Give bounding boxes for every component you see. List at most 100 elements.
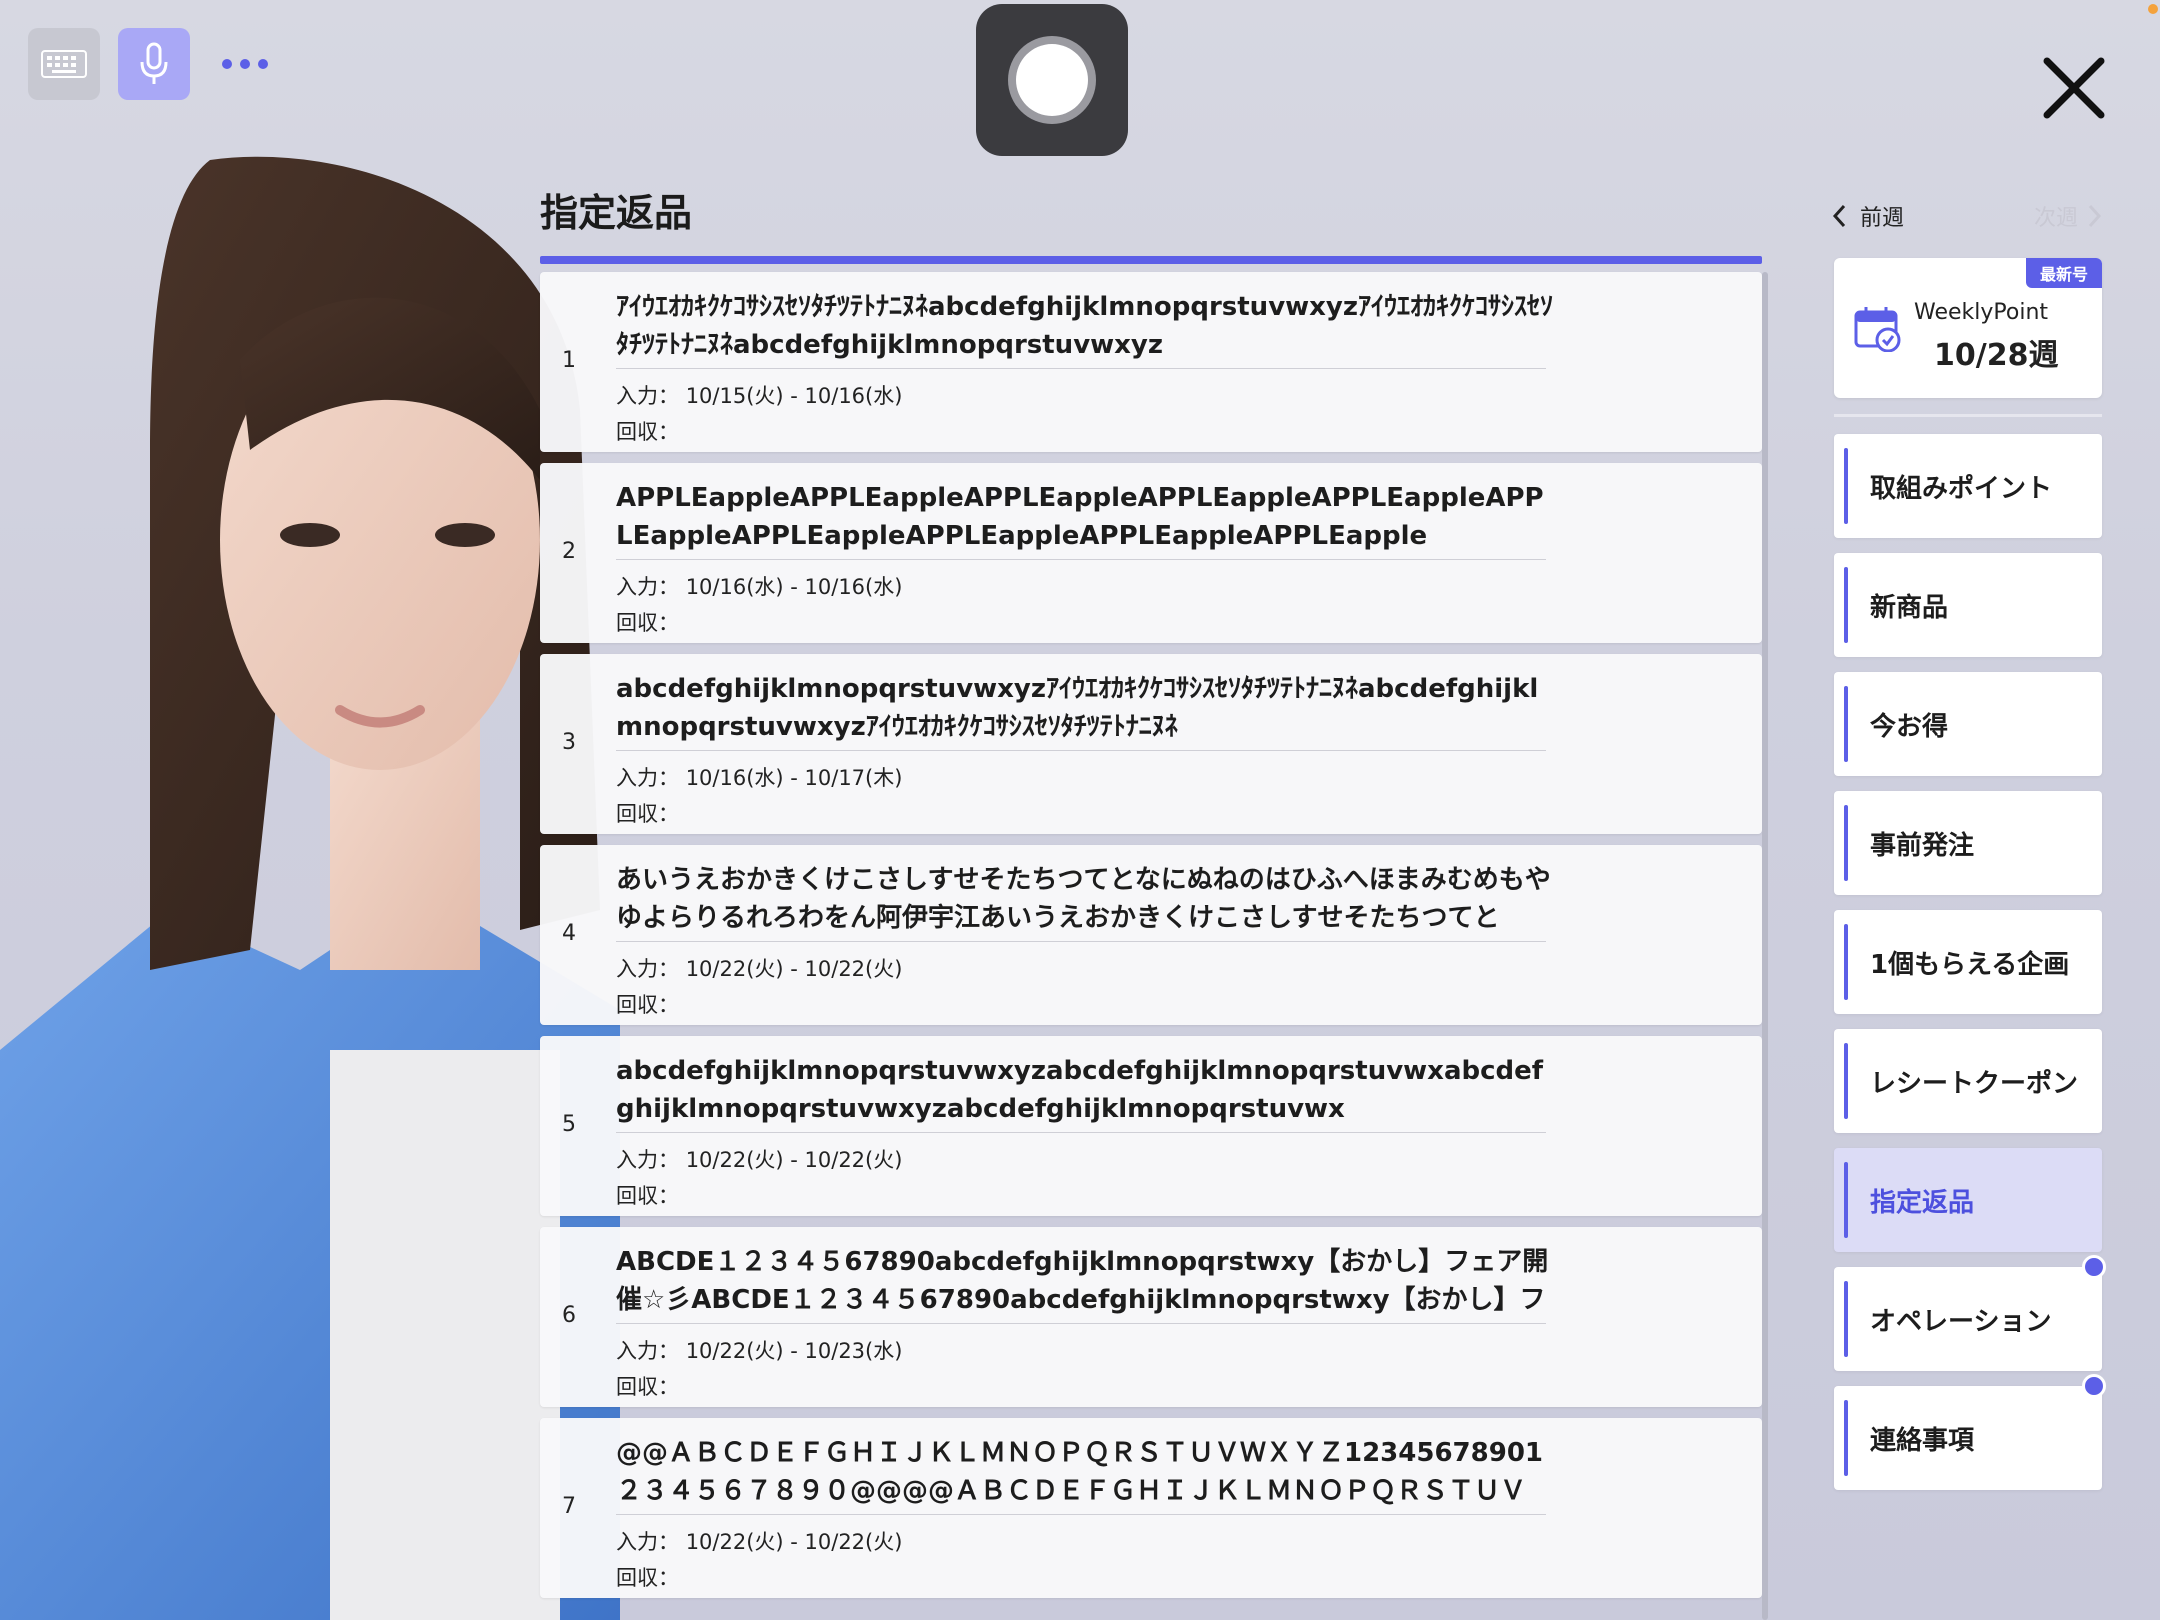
- sidebar-item-deals[interactable]: 今お得: [1834, 672, 2102, 776]
- collect-period: 回収：: [616, 416, 679, 446]
- next-week-label: 次週: [2033, 206, 2078, 231]
- status-indicator-dot: [2148, 4, 2158, 14]
- collect-label: 回収：: [616, 611, 679, 635]
- sidebar-item-designated-returns[interactable]: 指定返品: [1834, 1148, 2102, 1252]
- collect-label: 回収：: [616, 1375, 679, 1399]
- input-label: 入力：: [616, 766, 679, 790]
- sidebar-item-label: 取組みポイント: [1870, 474, 2053, 504]
- sidebar-item-label: 今お得: [1870, 712, 1949, 742]
- more-options-button[interactable]: [210, 28, 280, 100]
- weekly-point-card[interactable]: 最新号 WeeklyPoint 10/28週: [1834, 258, 2102, 398]
- sidebar-item-label: レシートクーポン: [1870, 1069, 2079, 1099]
- keyboard-button[interactable]: [28, 28, 100, 100]
- microphone-icon: [140, 42, 168, 84]
- sidebar-item-new-products[interactable]: 新商品: [1834, 553, 2102, 657]
- item-title: @@ＡＢＣＤＥＦＧＨＩＪＫＬＭＮＯＰＱＲＳＴＵＶＷＸＹＺ12345678901２…: [616, 1438, 1543, 1506]
- latest-badge: 最新号: [2025, 258, 2102, 288]
- input-period: 入力： 10/16(水) - 10/17(木): [616, 762, 902, 792]
- weekly-point-date: 10/28週: [1934, 338, 2059, 373]
- week-navigation: 前週 次週: [1832, 200, 2102, 240]
- collect-period: 回収：: [616, 1562, 679, 1592]
- next-week-button: 次週: [2034, 200, 2102, 232]
- microphone-button[interactable]: [118, 28, 190, 100]
- input-period: 入力： 10/22(火) - 10/23(水): [616, 1335, 902, 1365]
- item-number: 2: [562, 539, 576, 564]
- sidebar-item-label: 新商品: [1870, 593, 1949, 623]
- chevron-left-icon: [1832, 204, 1846, 228]
- divider: [616, 750, 1546, 751]
- sidebar-item-operation[interactable]: オペレーション: [1834, 1255, 2106, 1371]
- sidebar-item-label: 1個もらえる企画: [1870, 950, 2070, 980]
- input-dates: 10/22(火) - 10/22(火): [685, 1148, 903, 1172]
- input-dates: 10/16(水) - 10/17(木): [685, 766, 903, 790]
- item-title: APPLEappleAPPLEappleAPPLEappleAPPLEapple…: [616, 483, 1544, 551]
- sidebar-divider: [1834, 414, 2102, 417]
- return-item-card[interactable]: 7 @@ＡＢＣＤＥＦＧＨＩＪＫＬＭＮＯＰＱＲＳＴＵＶＷＸＹＺ1234567890…: [540, 1418, 1762, 1598]
- return-item-card[interactable]: 2 APPLEappleAPPLEappleAPPLEappleAPPLEapp…: [540, 463, 1762, 643]
- return-item-card[interactable]: 1 ｱｲｳｴｵｶｷｸｹｺｻｼｽｾｿﾀﾁﾂﾃﾄﾅﾆﾇﾈabcdefghijklmn…: [540, 272, 1762, 452]
- item-title: abcdefghijklmnopqrstuvwxyzabcdefghijklmn…: [616, 1056, 1544, 1124]
- item-number: 3: [562, 730, 576, 755]
- more-dots-icon: [222, 59, 268, 69]
- close-icon: [2043, 57, 2105, 119]
- sidebar-item-torikumi-points[interactable]: 取組みポイント: [1834, 434, 2102, 538]
- sidebar-item-label: 指定返品: [1870, 1188, 1975, 1218]
- collect-period: 回収：: [616, 798, 679, 828]
- item-number: 7: [562, 1494, 576, 1519]
- input-period: 入力： 10/22(火) - 10/22(火): [616, 1144, 902, 1174]
- sidebar-item-label: 事前発注: [1870, 831, 1975, 861]
- collect-label: 回収：: [616, 993, 679, 1017]
- divider: [616, 1323, 1546, 1324]
- item-number: 5: [562, 1112, 576, 1137]
- sidebar-item-free-item-campaign[interactable]: 1個もらえる企画: [1834, 910, 2102, 1014]
- return-items-list[interactable]: 1 ｱｲｳｴｵｶｷｸｹｺｻｼｽｾｿﾀﾁﾂﾃﾄﾅﾆﾇﾈabcdefghijklmn…: [540, 272, 1762, 1609]
- calendar-check-icon: [1854, 307, 1901, 352]
- sidebar-item-pre-order[interactable]: 事前発注: [1834, 791, 2102, 895]
- assistant-avatar-image: [0, 156, 620, 1620]
- item-title: ABCDE１２３４５67890abcdefghijklmnopqrstwxy【お…: [616, 1247, 1549, 1315]
- collect-label: 回収：: [616, 1566, 679, 1590]
- sidebar-item-notices[interactable]: 連絡事項: [1834, 1374, 2106, 1490]
- title-accent-bar: [540, 256, 1762, 264]
- page-title: 指定返品: [540, 191, 693, 235]
- collect-period: 回収：: [616, 1371, 679, 1401]
- input-dates: 10/22(火) - 10/23(水): [685, 1339, 903, 1363]
- menu-accent-bar: [1844, 1162, 1848, 1238]
- item-number: 6: [562, 1303, 576, 1328]
- prev-week-button[interactable]: 前週: [1832, 200, 1904, 232]
- collect-period: 回収：: [616, 1180, 679, 1210]
- item-title: あいうえおかきくけこさしすせそたちつてとなにぬねのはひふへほまみむめもやゆよらり…: [616, 865, 1551, 933]
- input-dates: 10/22(火) - 10/22(火): [685, 1530, 903, 1554]
- input-label: 入力：: [616, 1148, 679, 1172]
- divider: [616, 559, 1546, 560]
- notification-dot: [2082, 1374, 2106, 1398]
- input-period: 入力： 10/22(火) - 10/22(火): [616, 1526, 902, 1556]
- list-scrollbar[interactable]: [1762, 272, 1768, 1620]
- record-button[interactable]: [976, 4, 1128, 156]
- close-button[interactable]: [2036, 50, 2112, 126]
- menu-accent-bar: [1844, 924, 1848, 1000]
- input-label: 入力：: [616, 957, 679, 981]
- record-button-icon: [1008, 36, 1096, 124]
- weekly-point-label: WeeklyPoint: [1914, 300, 2049, 325]
- collect-period: 回収：: [616, 989, 679, 1019]
- keyboard-icon: [41, 50, 87, 78]
- chevron-right-icon: [2088, 204, 2102, 228]
- input-period: 入力： 10/22(火) - 10/22(火): [616, 953, 902, 983]
- item-title: abcdefghijklmnopqrstuvwxyzｱｲｳｴｵｶｷｸｹｺｻｼｽｾ…: [616, 674, 1539, 742]
- input-dates: 10/15(火) - 10/16(水): [685, 384, 903, 408]
- return-item-card[interactable]: 3 abcdefghijklmnopqrstuvwxyzｱｲｳｴｵｶｷｸｹｺｻｼ…: [540, 654, 1762, 834]
- sidebar-item-receipt-coupon[interactable]: レシートクーポン: [1834, 1029, 2102, 1133]
- menu-accent-bar: [1844, 1281, 1848, 1357]
- menu-accent-bar: [1844, 805, 1848, 881]
- return-item-card[interactable]: 6 ABCDE１２３４５67890abcdefghijklmnopqrstwxy…: [540, 1227, 1762, 1407]
- return-item-card[interactable]: 4 あいうえおかきくけこさしすせそたちつてとなにぬねのはひふへほまみむめもやゆよ…: [540, 845, 1762, 1025]
- divider: [616, 368, 1546, 369]
- menu-accent-bar: [1844, 1043, 1848, 1119]
- return-item-card[interactable]: 5 abcdefghijklmnopqrstuvwxyzabcdefghijkl…: [540, 1036, 1762, 1216]
- input-period: 入力： 10/16(水) - 10/16(水): [616, 571, 902, 601]
- sidebar-item-label: オペレーション: [1870, 1307, 2052, 1337]
- item-number: 1: [562, 348, 576, 373]
- prev-week-label: 前週: [1860, 206, 1905, 231]
- collect-period: 回収：: [616, 607, 679, 637]
